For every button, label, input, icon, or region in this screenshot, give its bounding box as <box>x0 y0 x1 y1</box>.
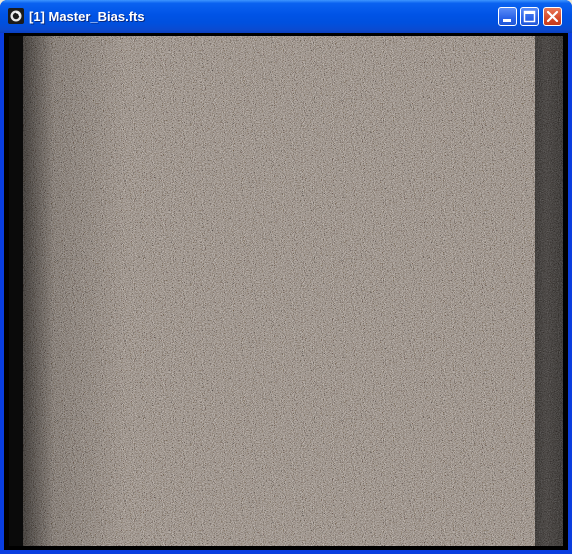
overscan-left <box>9 36 23 546</box>
window-title: [1] Master_Bias.fts <box>29 9 145 24</box>
fits-image-window: [1] Master_Bias.fts <box>0 0 572 554</box>
minimize-icon <box>503 19 511 22</box>
maximize-icon <box>523 10 536 23</box>
window-bottom-border <box>0 550 572 554</box>
image-viewport[interactable] <box>4 33 568 550</box>
overscan-right <box>535 36 563 546</box>
minimize-button[interactable] <box>498 7 517 26</box>
bias-frame-image[interactable] <box>9 36 563 546</box>
telescope-app-icon[interactable] <box>8 8 24 24</box>
maximize-button[interactable] <box>520 7 539 26</box>
close-button[interactable] <box>543 7 562 26</box>
close-icon <box>546 10 559 23</box>
window-titlebar[interactable]: [1] Master_Bias.fts <box>0 0 572 33</box>
noise-canvas <box>9 36 563 546</box>
